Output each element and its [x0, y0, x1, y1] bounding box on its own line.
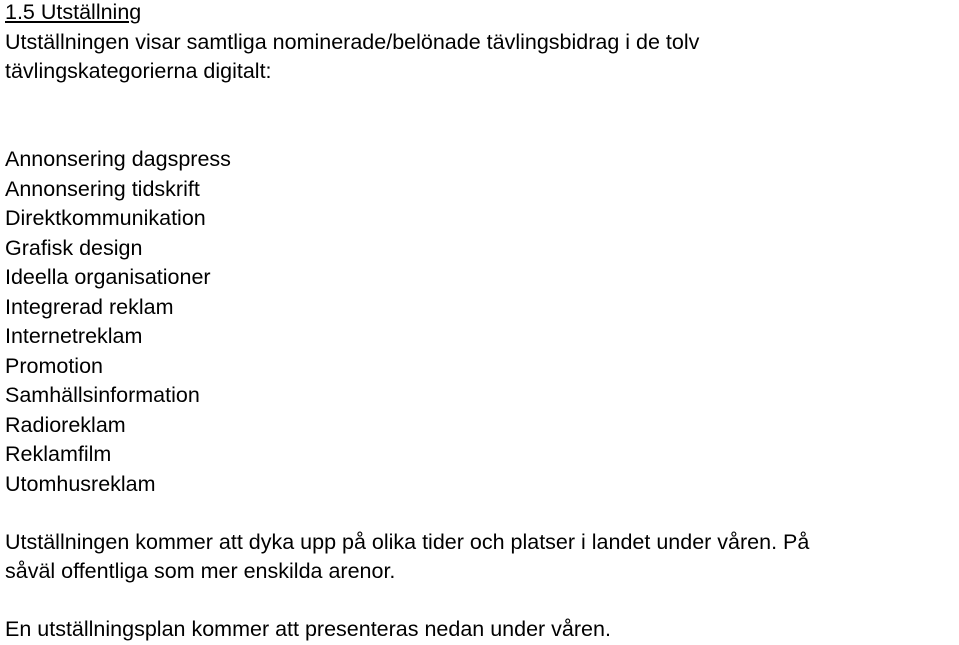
paragraph-3-line-1: En utställningsplan kommer att presenter… [5, 617, 611, 641]
category-item: Radioreklam [5, 412, 126, 437]
category-item: Reklamfilm [5, 442, 112, 466]
category-item: Utomhusreklam [5, 471, 156, 496]
section-heading: 1.5 Utställning [5, 0, 142, 24]
intro-line-2: tävlingskategorierna digitalt: [5, 59, 272, 83]
category-list: Annonsering dagspress Annonsering tidskr… [5, 145, 231, 499]
category-item: Integrerad reklam [5, 294, 174, 319]
paragraph-2-line-2: såväl offentliga som mer enskilda arenor… [5, 559, 396, 583]
category-item: Direktkommunikation [5, 206, 206, 230]
category-item: Ideella organisationer [5, 265, 211, 289]
category-item: Annonsering tidskrift [5, 176, 200, 201]
category-item: Internetreklam [5, 324, 143, 348]
category-item: Promotion [5, 353, 103, 378]
category-item: Samhällsinformation [5, 383, 200, 407]
paragraph-2-line-1: Utställningen kommer att dyka upp på oli… [5, 530, 810, 554]
intro-line-1: Utställningen visar samtliga nominerade/… [5, 30, 700, 54]
category-item: Annonsering dagspress [5, 147, 231, 171]
category-item: Grafisk design [5, 235, 143, 260]
